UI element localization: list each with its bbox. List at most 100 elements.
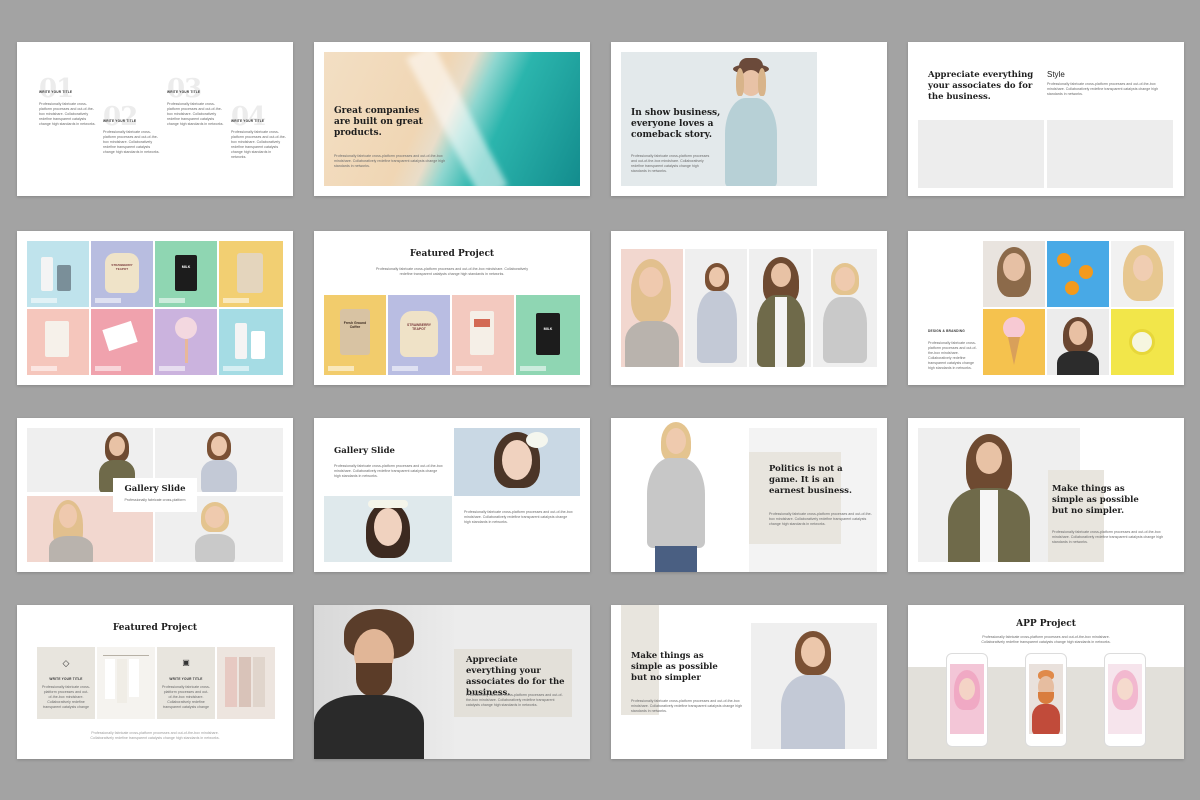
slide-text: Professionally fabricate cross-platform … bbox=[1047, 82, 1159, 96]
flower-crown-photo bbox=[324, 496, 452, 562]
flower-crown-photo bbox=[454, 428, 580, 496]
slide-make-things-simple-2[interactable]: Make things as simple as possible but no… bbox=[611, 605, 887, 759]
item-title: WRITE YOUR TITLE bbox=[167, 90, 201, 94]
style-label: Style bbox=[1047, 70, 1065, 79]
item-number: 02 bbox=[103, 102, 138, 132]
product-tile: STRAWBERRY TEAPOT bbox=[91, 241, 153, 307]
slide-four-models[interactable] bbox=[611, 231, 887, 385]
slide-text: Professionally fabricate cross-platform … bbox=[124, 498, 186, 502]
section-label: DESIGN & BRANDING bbox=[928, 329, 965, 333]
slide-title: Make things as simple as possible but no… bbox=[1052, 484, 1139, 516]
slide-featured-project-cards[interactable]: Featured Project ◇ WRITE YOUR TITLE Prof… bbox=[17, 605, 293, 759]
clothes-photo bbox=[217, 647, 275, 719]
product-tile: MILK bbox=[155, 241, 217, 307]
diamond-icon: ◇ bbox=[62, 658, 70, 668]
phone-mockup bbox=[1025, 653, 1067, 747]
item-number: 01 bbox=[39, 74, 74, 104]
card-text: Professionally fabricate cross-platform … bbox=[162, 685, 210, 709]
slide-title: APP Project bbox=[1016, 619, 1076, 629]
slide-text: Professionally fabricate cross-platform … bbox=[375, 267, 528, 276]
slide-footer-text: Professionally fabricate cross-platform … bbox=[90, 731, 220, 740]
slide-text: Professionally fabricate cross-platform … bbox=[769, 512, 872, 526]
slide-title: Featured Project bbox=[112, 623, 198, 633]
grey-panel-left bbox=[918, 120, 1044, 188]
gallery-caption-box: Gallery Slide Professionally fabricate c… bbox=[113, 478, 197, 512]
card-title: WRITE YOUR TITLE bbox=[49, 677, 83, 681]
feature-card: ▣ WRITE YOUR TITLE Professionally fabric… bbox=[157, 647, 215, 719]
item-text: Professionally fabricate cross-platform … bbox=[231, 130, 286, 159]
card-title: WRITE YOUR TITLE bbox=[169, 677, 203, 681]
slide-product-grid[interactable]: STRAWBERRY TEAPOT MILK bbox=[17, 231, 293, 385]
model-photo bbox=[813, 249, 877, 367]
slide-comeback-story[interactable]: In show business, everyone loves a comeb… bbox=[611, 42, 887, 196]
product-tile bbox=[219, 241, 283, 307]
portrait-tile bbox=[1047, 309, 1109, 375]
slide-title: Make things as simple as possible but no… bbox=[631, 651, 718, 683]
slide-text: Professionally fabricate cross-platform … bbox=[334, 154, 446, 168]
product-tile: MILK bbox=[516, 295, 580, 375]
model-photo bbox=[627, 418, 727, 572]
clothes-rack-photo bbox=[97, 647, 155, 719]
slide-app-project[interactable]: APP Project Professionally fabricate cro… bbox=[908, 605, 1184, 759]
slide-text: Professionally fabricate cross-platform … bbox=[928, 341, 977, 370]
slide-title: Great companies are built on great produ… bbox=[334, 106, 423, 138]
product-tile: Fresh Ground Coffee bbox=[324, 295, 386, 375]
portrait-tile bbox=[1111, 241, 1174, 307]
item-title: WRITE YOUR TITLE bbox=[103, 119, 137, 123]
slide-title: Gallery Slide bbox=[334, 446, 395, 456]
slide-politics[interactable]: Politics is not a game. It is an earnest… bbox=[611, 418, 887, 572]
slide-appreciate-style[interactable]: Appreciate everything your associates do… bbox=[908, 42, 1184, 196]
phone-mockup bbox=[946, 653, 988, 747]
slide-gallery-split[interactable]: Gallery Slide Professionally fabricate c… bbox=[314, 418, 590, 572]
model-photo bbox=[621, 249, 683, 367]
product-tile: STRAWBERRY TEAPOT bbox=[388, 295, 450, 375]
slide-featured-project[interactable]: Featured Project Professionally fabricat… bbox=[314, 231, 590, 385]
item-title: WRITE YOUR TITLE bbox=[231, 119, 265, 123]
model-photo bbox=[751, 623, 877, 749]
item-text: Professionally fabricate cross-platform … bbox=[103, 130, 160, 154]
slide-design-branding[interactable]: DESIGN & BRANDING Professionally fabrica… bbox=[908, 231, 1184, 385]
slide-gallery-collage[interactable]: Gallery Slide Professionally fabricate c… bbox=[17, 418, 293, 572]
product-tile bbox=[452, 295, 514, 375]
slide-title: Gallery Slide bbox=[124, 484, 186, 494]
slide-text: Professionally fabricate cross-platform … bbox=[466, 693, 563, 707]
item-3: 03 WRITE YOUR TITLE Professionally fabri… bbox=[167, 74, 224, 126]
card-text: Professionally fabricate cross-platform … bbox=[42, 685, 90, 709]
slide-title: Politics is not a game. It is an earnest… bbox=[769, 464, 852, 496]
phone-mockup bbox=[1104, 653, 1146, 747]
bearded-man-photo bbox=[314, 605, 454, 759]
slide-text: Professionally fabricate cross-platform … bbox=[1052, 530, 1164, 544]
slide-great-companies[interactable]: Great companies are built on great produ… bbox=[314, 42, 590, 196]
slide-title: In show business, everyone loves a comeb… bbox=[631, 108, 721, 140]
slide-appreciate-everything[interactable]: Appreciate everything your associates do… bbox=[314, 605, 590, 759]
slide-text: Professionally fabricate cross-platform … bbox=[981, 635, 1111, 644]
icecream-tile bbox=[983, 309, 1045, 375]
product-tile bbox=[91, 309, 153, 375]
product-tile bbox=[155, 309, 217, 375]
feature-card: ◇ WRITE YOUR TITLE Professionally fabric… bbox=[37, 647, 95, 719]
item-text: Professionally fabricate cross-platform … bbox=[167, 102, 224, 126]
product-tile bbox=[27, 309, 89, 375]
slide-title: Featured Project bbox=[409, 249, 495, 259]
item-4: 04 WRITE YOUR TITLE Professionally fabri… bbox=[231, 102, 286, 159]
model-photo bbox=[685, 249, 747, 367]
product-tile bbox=[27, 241, 89, 307]
slide-text-2: Professionally fabricate cross-platform … bbox=[464, 510, 573, 524]
item-number: 04 bbox=[231, 102, 266, 132]
orange-tile bbox=[1047, 241, 1109, 307]
product-tile bbox=[219, 309, 283, 375]
slide-text: Professionally fabricate cross-platform … bbox=[631, 154, 710, 173]
slide-text: Professionally fabricate cross-platform … bbox=[334, 464, 443, 478]
item-number: 03 bbox=[167, 74, 202, 104]
item-1: 01 WRITE YOUR TITLE Professionally fabri… bbox=[39, 74, 96, 126]
item-2: 02 WRITE YOUR TITLE Professionally fabri… bbox=[103, 102, 160, 154]
slide-numbered-titles[interactable]: 01 WRITE YOUR TITLE Professionally fabri… bbox=[17, 42, 293, 196]
chat-icon: ▣ bbox=[182, 658, 190, 667]
lemon-tile bbox=[1111, 309, 1174, 375]
item-text: Professionally fabricate cross-platform … bbox=[39, 102, 96, 126]
slide-make-things-simple[interactable]: Make things as simple as possible but no… bbox=[908, 418, 1184, 572]
slide-text: Professionally fabricate cross-platform … bbox=[631, 699, 743, 713]
model-photo bbox=[749, 249, 811, 367]
portrait-tile bbox=[983, 241, 1045, 307]
grey-panel-right bbox=[1047, 120, 1173, 188]
